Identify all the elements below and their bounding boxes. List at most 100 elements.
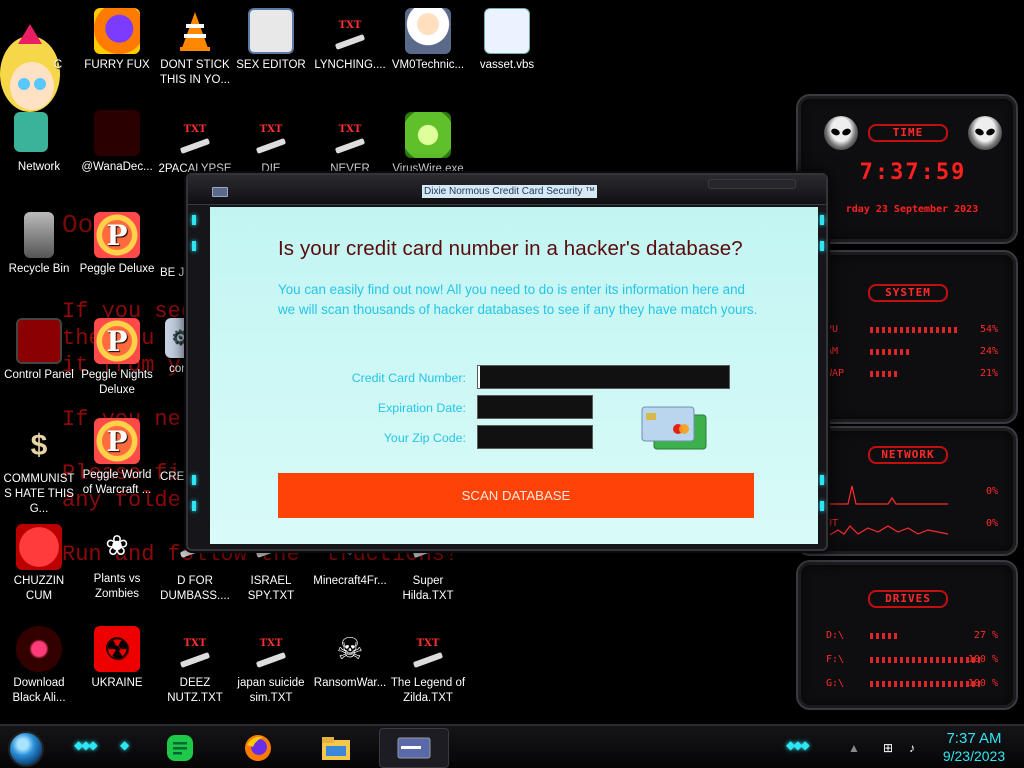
script-file-icon [484, 8, 530, 54]
control-panel-icon [16, 318, 62, 364]
taskbar-decoration: ◆◆◆ [786, 738, 810, 752]
zip-code-label: Your Zip Code: [383, 431, 466, 445]
peggle-icon: P [94, 212, 140, 258]
desktop-icon-furry-fux[interactable]: FURRY FUX [78, 8, 156, 73]
gadget-clock: 7:37:59 [859, 160, 967, 185]
zip-code-input[interactable] [477, 425, 593, 449]
system-row-swap: WAP 21% [826, 368, 998, 379]
titlebar-decoration [708, 179, 796, 189]
desktop-icon-download-black-ali[interactable]: Download Black Ali... [0, 626, 78, 706]
firefox-taskbar-icon[interactable] [240, 730, 276, 766]
desktop-icon-communists[interactable]: $ COMMUNISTS HATE THIS G... [0, 422, 78, 517]
desktop-icon-plants-vs-zombies[interactable]: ❀ Plants vs Zombies [78, 522, 156, 602]
taskbar-decoration: ◆ [120, 738, 129, 752]
show-hidden-icons-icon[interactable]: ▲ [846, 741, 862, 755]
desktop-icon-chuzzin-cum[interactable]: CHUZZIN CUM [0, 524, 78, 604]
file-explorer-taskbar-icon[interactable] [318, 730, 354, 766]
icon-label: Peggle Nights Deluxe [81, 369, 153, 396]
window-content: Is your credit card number in a hacker's… [210, 207, 818, 544]
desktop-icon-control-panel[interactable]: Control Panel [0, 318, 78, 383]
black-orb-icon [16, 626, 62, 672]
icon-label: ISRAEL SPY.TXT [247, 575, 295, 602]
recycle-bin-icon [24, 212, 54, 258]
network-gadget[interactable]: NETWORK 0% UT 0% [796, 426, 1018, 556]
peggle-icon: P [94, 418, 140, 464]
icon-label: Minecraft4Fr... [313, 575, 387, 587]
icon-label: DONT STICK THIS IN YO... [159, 59, 231, 86]
desktop-icon-recycle-bin[interactable]: Recycle Bin [0, 212, 78, 277]
frame-led [192, 501, 196, 511]
start-button[interactable] [8, 731, 44, 767]
icon-label: COMMUNISTS HATE THIS G... [3, 473, 75, 515]
desktop-icon-peggle-nights[interactable]: P Peggle Nights Deluxe [78, 318, 156, 398]
gadget-title: DRIVES [868, 590, 948, 608]
description-text: You can easily find out now! All you nee… [278, 282, 758, 317]
drives-gadget[interactable]: DRIVES D:\ 27 % F:\ 100 % G:\ 100 % [796, 560, 1018, 710]
desktop-icon-peggle-wow[interactable]: P Peggle World of Warcraft ... [78, 418, 156, 498]
expiration-date-input[interactable] [477, 395, 593, 419]
desktop-icon-ukraine[interactable]: ☢ UKRAINE [78, 626, 156, 691]
chuzzle-icon [16, 524, 62, 570]
time-gadget[interactable]: TIME 7:37:59 rday 23 September 2023 [796, 94, 1018, 244]
desktop-icon-c[interactable]: C [0, 58, 78, 73]
desktop-icon-viruswire[interactable]: VirusWire.exe [389, 112, 467, 177]
page-heading: Is your credit card number in a hacker's… [278, 237, 743, 260]
txt-file-icon: TXT [172, 626, 218, 672]
desktop-icon-peggle-deluxe[interactable]: P Peggle Deluxe [78, 212, 156, 277]
drive-row: F:\ 100 % [826, 654, 998, 665]
icon-label: CHUZZIN CUM [13, 575, 65, 602]
icon-label: japan suicide sim.TXT [237, 677, 305, 704]
desktop-icon-never[interactable]: TXT NEVER [311, 112, 389, 177]
doctor-avatar-icon [405, 8, 451, 54]
icon-label: Peggle Deluxe [79, 263, 155, 275]
window-titlebar[interactable]: Dixie Normous Credit Card Security ™ [188, 175, 826, 205]
card-number-input[interactable] [477, 365, 730, 389]
icon-label: SEX EDITOR [236, 59, 306, 71]
taskbar-clock-time[interactable]: 7:37 AM [934, 730, 1014, 747]
icon-label: Download Black Ali... [12, 677, 66, 704]
desktop-icon-vasset-vbs[interactable]: vasset.vbs [468, 8, 546, 73]
desktop-icon-ransomware[interactable]: ☠ RansomWar... [311, 626, 389, 691]
frame-led [820, 501, 824, 511]
gadget-title: SYSTEM [868, 284, 948, 302]
icon-label: VM0Technic... [391, 59, 465, 71]
gadget-date: rday 23 September 2023 [845, 204, 979, 215]
desktop-icon-wanadec[interactable]: @WanaDec... [78, 110, 156, 175]
txt-file-icon: TXT [327, 112, 373, 158]
feedback-hub-taskbar-icon[interactable] [162, 730, 198, 766]
txt-file-icon: TXT [327, 8, 373, 54]
desktop-icon-legend-of-zilda[interactable]: TXT The Legend of Zilda.TXT [389, 626, 467, 706]
vlc-cone-icon [172, 8, 218, 54]
desktop-icon-dont-stick[interactable]: DONT STICK THIS IN YO... [156, 8, 234, 88]
volume-tray-icon[interactable]: ♪ [904, 741, 920, 755]
icon-label: Plants vs Zombies [93, 573, 141, 600]
credit-card-security-window[interactable]: Dixie Normous Credit Card Security ™ Is … [186, 173, 828, 551]
icon-label: LYNCHING.... [314, 59, 386, 71]
character-art-icon[interactable] [0, 14, 64, 164]
icon-label: FURRY FUX [84, 59, 150, 71]
icon-label: DEEZ NUTZ.TXT [167, 677, 223, 704]
icon-label: vasset.vbs [479, 59, 535, 71]
firefox-icon [94, 8, 140, 54]
network-tray-icon[interactable]: ⊞ [880, 741, 896, 755]
frame-led [820, 215, 824, 225]
system-gadget[interactable]: SYSTEM PU 54% AM 24% WAP 21% [796, 250, 1018, 424]
icon-label: C [53, 59, 63, 71]
icon-label: UKRAINE [91, 677, 143, 689]
window-title: Dixie Normous Credit Card Security ™ [422, 185, 598, 198]
desktop-icon-die[interactable]: TXT DIE [232, 112, 310, 177]
gadget-title: TIME [868, 124, 948, 142]
credit-card-app-taskbar-icon[interactable] [396, 730, 432, 766]
desktop-icon-deez-nutz[interactable]: TXT DEEZ NUTZ.TXT [156, 626, 234, 706]
frame-led [192, 215, 196, 225]
desktop-icon-japan-suicide-sim[interactable]: TXT japan suicide sim.TXT [232, 626, 310, 706]
desktop-icon-lynching[interactable]: TXT LYNCHING.... [311, 8, 389, 73]
desktop-icon-vm0technic[interactable]: VM0Technic... [389, 8, 467, 73]
taskbar-decoration: ◆◆◆ [74, 738, 98, 752]
desktop-icon-network[interactable]: Network [0, 160, 78, 175]
radiation-icon: ☢ [94, 626, 140, 672]
scan-database-button[interactable]: SCAN DATABASE [278, 473, 754, 518]
taskbar-clock-date[interactable]: 9/23/2023 [934, 748, 1014, 765]
desktop-icon-sex-editor[interactable]: SEX EDITOR [232, 8, 310, 73]
frame-led [192, 475, 196, 485]
